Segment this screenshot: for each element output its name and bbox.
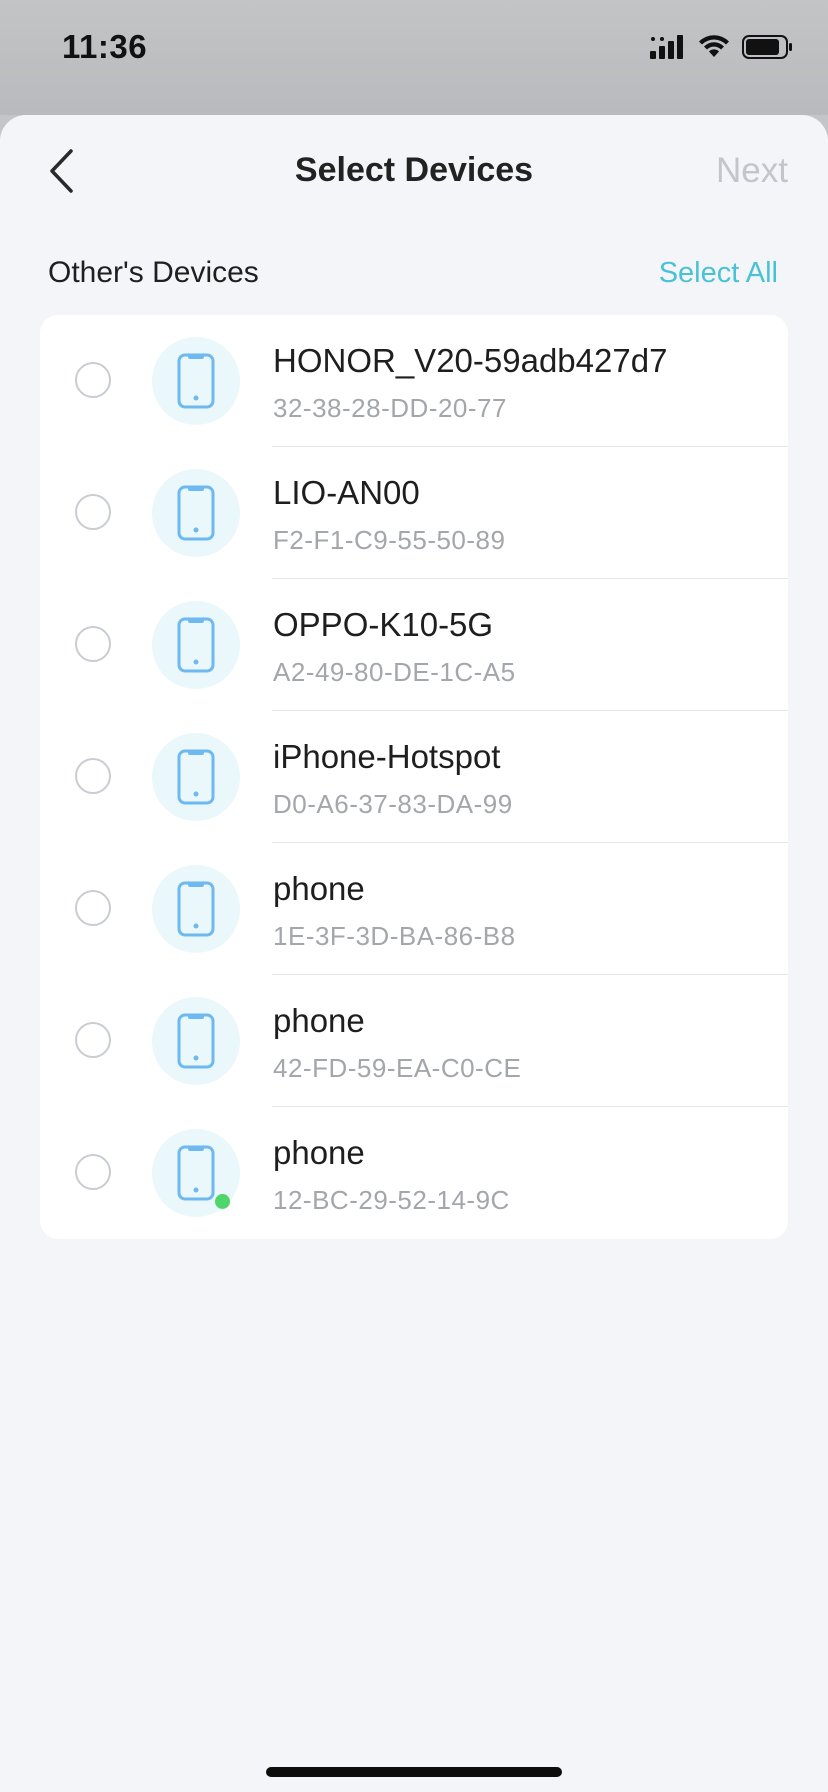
device-name: HONOR_V20-59adb427d7 <box>273 342 668 379</box>
phone-icon <box>177 749 215 805</box>
phone-icon <box>177 1145 215 1201</box>
device-name: phone <box>273 1002 365 1039</box>
phone-icon <box>177 485 215 541</box>
device-name: LIO-AN00 <box>273 474 420 511</box>
radio-button[interactable] <box>75 1022 111 1058</box>
cellular-signal-icon <box>650 35 683 59</box>
device-mac: 42-FD-59-EA-C0-CE <box>273 1053 522 1083</box>
select-all-button[interactable]: Select All <box>659 257 778 290</box>
status-bar: 11:36 <box>0 0 828 115</box>
page-title: Select Devices <box>294 151 534 189</box>
device-avatar <box>152 469 240 557</box>
online-status-dot <box>215 1194 230 1209</box>
device-name: OPPO-K10-5G <box>273 606 494 643</box>
device-row[interactable]: phone 12-BC-29-52-14-9C <box>40 1107 788 1239</box>
device-row[interactable]: OPPO-K10-5G A2-49-80-DE-1C-A5 <box>40 579 788 711</box>
battery-icon <box>742 35 792 59</box>
device-list: HONOR_V20-59adb427d7 32-38-28-DD-20-77 L… <box>40 315 788 1239</box>
device-mac: A2-49-80-DE-1C-A5 <box>273 657 516 687</box>
status-time: 11:36 <box>62 28 148 65</box>
phone-icon <box>177 353 215 409</box>
device-mac: D0-A6-37-83-DA-99 <box>273 789 513 819</box>
device-name: iPhone-Hotspot <box>273 738 501 775</box>
next-button[interactable]: Next <box>716 151 788 191</box>
radio-button[interactable] <box>75 890 111 926</box>
device-mac: F2-F1-C9-55-50-89 <box>273 525 506 555</box>
device-mac: 1E-3F-3D-BA-86-B8 <box>273 921 516 951</box>
device-mac: 12-BC-29-52-14-9C <box>273 1185 510 1215</box>
device-row[interactable]: LIO-AN00 F2-F1-C9-55-50-89 <box>40 447 788 579</box>
radio-button[interactable] <box>75 626 111 662</box>
radio-button[interactable] <box>75 362 111 398</box>
phone-icon <box>177 617 215 673</box>
device-avatar <box>152 337 240 425</box>
device-avatar <box>152 865 240 953</box>
device-row[interactable]: phone 42-FD-59-EA-C0-CE <box>40 975 788 1107</box>
device-row[interactable]: iPhone-Hotspot D0-A6-37-83-DA-99 <box>40 711 788 843</box>
device-row[interactable]: HONOR_V20-59adb427d7 32-38-28-DD-20-77 <box>40 315 788 447</box>
section-title: Other's Devices <box>48 256 259 289</box>
phone-icon <box>177 881 215 937</box>
radio-button[interactable] <box>75 494 111 530</box>
status-icons <box>650 34 794 60</box>
device-name: phone <box>273 870 365 907</box>
nav-bar: Select Devices Next <box>0 115 828 225</box>
wifi-icon <box>699 35 729 57</box>
radio-button[interactable] <box>75 1154 111 1190</box>
device-avatar <box>152 997 240 1085</box>
radio-button[interactable] <box>75 758 111 794</box>
device-name: phone <box>273 1134 365 1171</box>
device-row[interactable]: phone 1E-3F-3D-BA-86-B8 <box>40 843 788 975</box>
phone-icon <box>177 1013 215 1069</box>
device-avatar <box>152 733 240 821</box>
device-mac: 32-38-28-DD-20-77 <box>273 393 507 423</box>
home-indicator <box>266 1767 562 1777</box>
device-avatar <box>152 601 240 689</box>
select-devices-sheet: Select Devices Next Other's Devices Sele… <box>0 115 828 1792</box>
